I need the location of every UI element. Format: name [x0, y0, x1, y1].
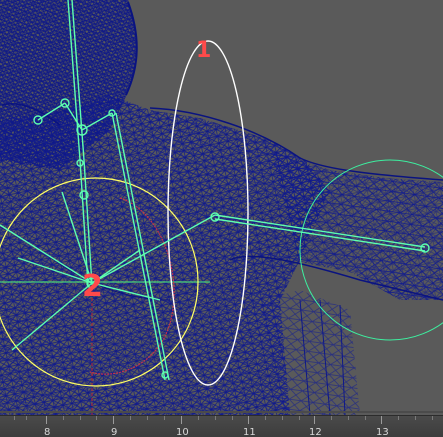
timeline-tick-label: 8 [44, 427, 51, 437]
timeline-tick-label: 9 [111, 427, 118, 437]
time-slider[interactable]: 8 9 10 11 12 13 [0, 415, 443, 437]
timeline-tick-label: 11 [243, 427, 256, 437]
annotation-label-2: 2 [82, 269, 103, 304]
3d-viewport[interactable]: 1 2 8 9 10 11 12 13 [0, 0, 443, 437]
scene-canvas[interactable]: 1 2 [0, 0, 443, 415]
timeline-tick-label: 13 [376, 427, 389, 437]
annotation-label-1: 1 [196, 38, 211, 63]
timeline-tick-label: 12 [309, 427, 322, 437]
timeline-tick-label: 10 [176, 427, 189, 437]
